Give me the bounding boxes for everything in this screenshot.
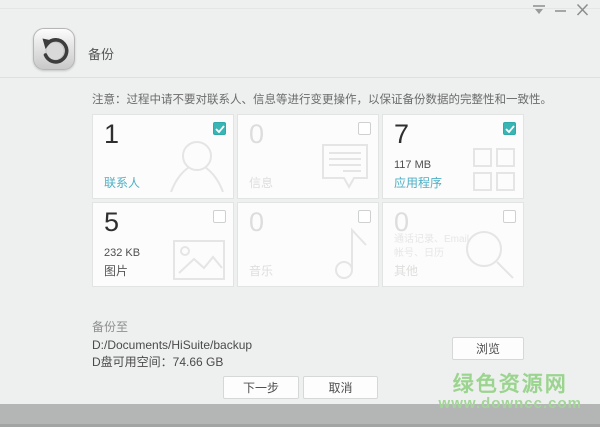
notice-text: 注意：过程中请不要对联系人、信息等进行变更操作，以保证备份数据的完整性和一致性。 [92,91,552,107]
window-top-edge [0,8,600,9]
page-title: 备份 [88,44,114,63]
messages-checkbox[interactable] [358,122,371,135]
apps-checkbox[interactable] [503,122,516,135]
backup-path: D:/Documents/HiSuite/backup [92,338,252,352]
pictures-label: 图片 [104,262,140,279]
apps-count: 7 [394,119,409,150]
pictures-count: 5 [104,207,119,238]
tile-pictures[interactable]: 5 232 KB 图片 [92,202,234,287]
pictures-checkbox[interactable] [213,210,226,223]
check-icon [215,125,225,133]
pictures-size: 232 KB [104,247,140,259]
check-icon [505,125,515,133]
apps-label: 应用程序 [394,174,442,191]
messages-count: 0 [249,119,264,150]
tile-messages[interactable]: 0 信息 [237,114,379,199]
backup-items-grid: 1 联系人 0 信息 [92,114,524,287]
contacts-checkbox[interactable] [213,122,226,135]
tile-contacts[interactable]: 1 联系人 [92,114,234,199]
header-separator [0,77,600,78]
watermark-site-url: www.downcc.com [439,396,582,413]
window-controls [531,3,590,17]
music-count: 0 [249,207,264,238]
minimize-icon[interactable] [553,3,568,17]
tile-other[interactable]: 0 通话记录、Email帐号、日历 其他 [382,202,524,287]
backup-to-label: 备份至 [92,318,128,335]
picture-icon [173,240,225,280]
tile-apps[interactable]: 7 117 MB 应用程序 [382,114,524,199]
watermark-site-name: 绿色资源网 [439,373,582,396]
apps-meta: 117 MB 应用程序 [394,159,442,191]
message-icon [320,142,370,192]
watermark: 绿色资源网 www.downcc.com [439,373,582,413]
browse-button[interactable]: 浏览 [452,337,524,360]
backup-window: 备份 注意：过程中请不要对联系人、信息等进行变更操作，以保证备份数据的完整性和一… [0,0,600,427]
next-button[interactable]: 下一步 [223,376,299,399]
pictures-meta: 232 KB 图片 [104,247,140,279]
music-label: 音乐 [249,262,273,279]
contacts-count: 1 [104,119,119,150]
close-icon[interactable] [575,3,590,17]
music-icon [332,226,370,280]
music-meta: 音乐 [249,262,273,279]
backup-app-icon [33,28,75,70]
menu-icon[interactable] [531,3,546,17]
messages-meta: 信息 [249,174,273,191]
cancel-button[interactable]: 取消 [303,376,378,399]
tile-music[interactable]: 0 音乐 [237,202,379,287]
contacts-meta: 联系人 [104,174,140,191]
contacts-label: 联系人 [104,174,140,191]
drive-free-space: D盘可用空间：74.66 GB [92,353,223,370]
other-checkbox[interactable] [503,210,516,223]
music-checkbox[interactable] [358,210,371,223]
apps-icon [473,148,515,192]
apps-size: 117 MB [394,159,442,171]
search-icon [463,228,515,280]
messages-label: 信息 [249,174,273,191]
contacts-icon [167,136,225,192]
